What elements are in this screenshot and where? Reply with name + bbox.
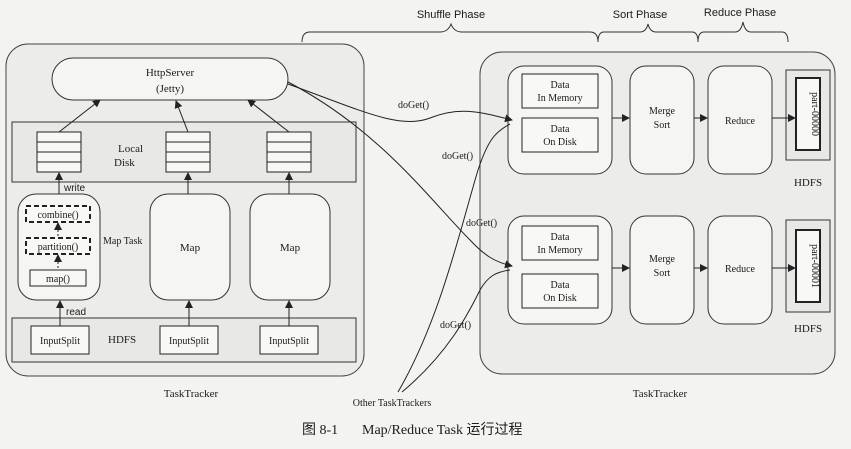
reducer-2-hdfs-label: HDFS (794, 323, 822, 335)
reducer-2-data-mem-line2: In Memory (537, 245, 582, 256)
input-split-1-label: InputSplit (40, 336, 80, 347)
reducer-2-data-mem-line1: Data (551, 232, 570, 243)
reducer-1-merge-line1: Merge (649, 106, 675, 117)
reducer-2-part-label: part-00001 (809, 244, 820, 288)
shuffle-phase-label: Shuffle Phase (417, 9, 485, 21)
reducer-1-hdfs-label: HDFS (794, 177, 822, 189)
http-server-line1: HttpServer (146, 67, 195, 79)
reducer-2-merge-line1: Merge (649, 254, 675, 265)
input-split-2-label: InputSplit (169, 336, 209, 347)
reducer-2-merge-line2: Sort (654, 268, 671, 279)
combine-label: combine() (37, 210, 78, 221)
disk-stack-2 (165, 131, 211, 173)
reducer-2-data-disk-line1: Data (551, 280, 570, 291)
read-label: read (66, 307, 86, 318)
sort-phase-brace (597, 23, 699, 43)
write-label: write (63, 183, 86, 194)
disk-stack-1 (36, 131, 82, 173)
diagram-canvas: Shuffle Phase Sort Phase Reduce Phase Ta… (5, 7, 836, 438)
sort-phase-label: Sort Phase (613, 9, 667, 21)
doget-label-2: doGet() (442, 151, 473, 162)
other-tasktrackers-label: Other TaskTrackers (353, 398, 432, 409)
figure: Shuffle Phase Sort Phase Reduce Phase Ta… (0, 0, 851, 445)
reducer-1-data-disk-line1: Data (551, 124, 570, 135)
right-tasktracker-label: TaskTracker (633, 388, 688, 400)
reducer-1-data-mem-line2: In Memory (537, 93, 582, 104)
left-tasktracker: TaskTracker HttpServer (Jetty) Local Dis… (5, 43, 365, 400)
reduce-phase-label: Reduce Phase (704, 7, 776, 19)
phase-braces (301, 21, 789, 43)
doget-label-4: doGet() (440, 320, 471, 331)
caption-number: 图 8-1 (302, 423, 338, 438)
doget-label-3: doGet() (466, 218, 497, 229)
map-fn-label: map() (46, 274, 70, 285)
reduce-phase-brace (697, 21, 789, 43)
shuffle-phase-brace (301, 22, 599, 43)
reducer-1-reduce-label: Reduce (725, 116, 756, 127)
map-task-label: Map Task (103, 236, 142, 247)
left-tasktracker-label: TaskTracker (164, 388, 219, 400)
reducer-1-data-mem-line1: Data (551, 80, 570, 91)
reducer-1-data-disk-line2: On Disk (543, 137, 577, 148)
reducer-2-reduce-label: Reduce (725, 264, 756, 275)
http-server-line2: (Jetty) (156, 83, 184, 95)
doget-label-1: doGet() (398, 100, 429, 111)
input-split-3-label: InputSplit (269, 336, 309, 347)
caption-text: Map/Reduce Task 运行过程 (362, 422, 523, 438)
map-task-2-label: Map (180, 242, 201, 254)
reducer-1-merge-line2: Sort (654, 120, 671, 131)
partition-label: partition() (38, 242, 79, 253)
local-disk-line1: Local (118, 143, 143, 155)
hdfs-label-left: HDFS (108, 334, 136, 346)
reducer-2-data-disk-line2: On Disk (543, 293, 577, 304)
right-tasktracker: TaskTracker Data In Memory Data On Disk … (479, 51, 836, 400)
reducer-1-part-label: part-00000 (809, 92, 820, 136)
map-task-3-label: Map (280, 242, 301, 254)
disk-stack-3 (266, 131, 312, 173)
local-disk-line2: Disk (114, 157, 135, 169)
